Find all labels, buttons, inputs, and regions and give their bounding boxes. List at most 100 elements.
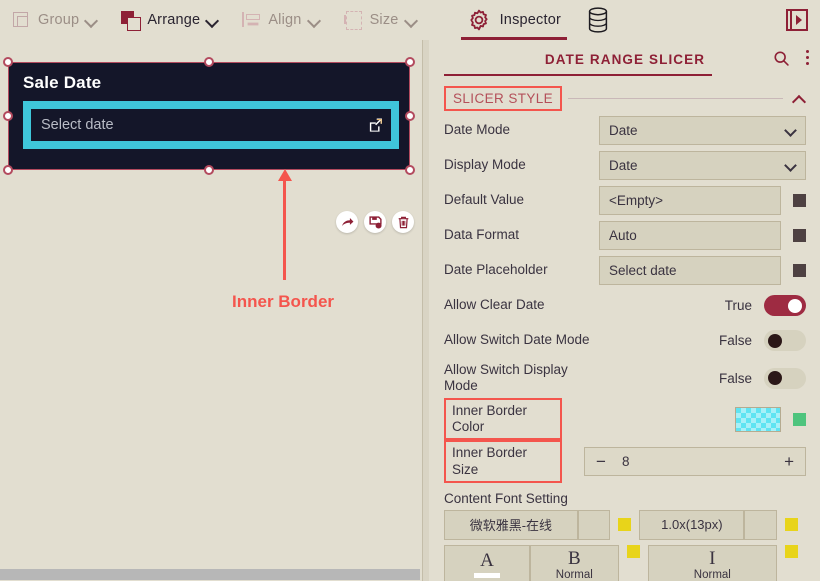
font-weight-button[interactable]: B Normal bbox=[529, 544, 619, 581]
annotation-label: Inner Border bbox=[232, 292, 335, 311]
date-input-field[interactable]: Select date bbox=[31, 109, 391, 141]
stepper-decrement-button[interactable]: − bbox=[596, 453, 606, 470]
size-icon bbox=[343, 10, 363, 30]
row-label-default-value: Default Value bbox=[444, 192, 525, 208]
inspector-header-actions bbox=[773, 49, 810, 67]
date-mode-select[interactable]: Date bbox=[599, 116, 806, 145]
section-title: SLICER STYLE bbox=[444, 85, 563, 111]
toolbar-item-size[interactable]: Size bbox=[332, 0, 429, 40]
data-format-text: Auto bbox=[609, 228, 637, 243]
font-color-button[interactable]: A bbox=[444, 544, 530, 581]
row-label-data-format: Data Format bbox=[444, 227, 520, 243]
resize-handle-top-left[interactable] bbox=[3, 57, 13, 67]
default-value-text: <Empty> bbox=[609, 193, 664, 208]
row-label-allow-switch-display-mode: Allow Switch Display Mode bbox=[444, 361, 568, 393]
inspector-panel: DATE RANGE SLICER SLICER STYLE Date Mode… bbox=[430, 40, 820, 581]
row-allow-clear-date: Allow Clear Date True bbox=[430, 288, 820, 323]
row-label-allow-switch-date-mode: Allow Switch Date Mode bbox=[444, 332, 590, 348]
stepper-increment-button[interactable]: + bbox=[784, 453, 794, 470]
display-mode-value: Date bbox=[609, 158, 638, 173]
section-divider bbox=[568, 97, 783, 99]
allow-switch-display-mode-value: False bbox=[718, 370, 752, 386]
resize-handle-middle-left[interactable] bbox=[3, 111, 13, 121]
trash-icon bbox=[398, 216, 408, 228]
gear-icon bbox=[469, 9, 488, 31]
toolbar-item-database[interactable] bbox=[575, 0, 621, 40]
resize-handle-bottom-right[interactable] bbox=[405, 165, 415, 175]
font-color-glyph: A bbox=[480, 550, 494, 572]
resize-handle-top-center[interactable] bbox=[204, 57, 214, 67]
resize-handle-bottom-center[interactable] bbox=[204, 165, 214, 175]
resize-handle-top-right[interactable] bbox=[405, 57, 415, 67]
font-weight-bind-button[interactable] bbox=[626, 544, 640, 558]
page-title: DATE RANGE SLICER bbox=[544, 51, 706, 67]
chevron-down-icon[interactable] bbox=[86, 15, 97, 26]
search-icon[interactable] bbox=[773, 50, 790, 67]
allow-switch-display-mode-toggle[interactable] bbox=[764, 367, 806, 389]
delete-button[interactable] bbox=[392, 211, 414, 233]
allow-switch-date-mode-value: False bbox=[718, 333, 752, 348]
allow-clear-date-toggle[interactable] bbox=[764, 295, 806, 316]
font-size-select[interactable]: 1.0x(13px) bbox=[639, 509, 745, 540]
row-display-mode: Display Mode Date bbox=[430, 148, 820, 183]
font-family-dropdown-button[interactable] bbox=[577, 509, 611, 540]
font-size-bind-button[interactable] bbox=[785, 518, 799, 532]
slicer-widget-selection[interactable]: Sale Date Select date bbox=[3, 57, 415, 175]
data-format-input[interactable]: Auto bbox=[599, 221, 781, 250]
canvas-horizontal-scrollbar[interactable] bbox=[0, 567, 420, 581]
panel-divider[interactable] bbox=[420, 40, 430, 581]
panel-toggle-icon[interactable] bbox=[786, 9, 808, 31]
allow-clear-date-value: True bbox=[724, 298, 752, 313]
toolbar-label-size: Size bbox=[369, 12, 399, 28]
top-toolbar: Group Arrange Align Size Inspector bbox=[0, 0, 820, 40]
inner-border-size-stepper[interactable]: − 8 + bbox=[584, 447, 806, 477]
font-style-button[interactable]: I Normal bbox=[647, 544, 777, 581]
inspector-header: DATE RANGE SLICER bbox=[430, 40, 820, 78]
display-mode-select[interactable]: Date bbox=[599, 151, 806, 180]
chevron-down-icon[interactable] bbox=[406, 15, 417, 26]
default-value-bind-button[interactable] bbox=[793, 194, 806, 207]
default-value-input[interactable]: <Empty> bbox=[599, 186, 781, 215]
font-color-swatch bbox=[473, 573, 500, 579]
design-canvas[interactable]: Sale Date Select date Inner Border bbox=[0, 40, 420, 567]
toolbar-item-arrange[interactable]: Arrange bbox=[109, 0, 230, 40]
share-button[interactable] bbox=[336, 211, 358, 233]
tab-inspector[interactable]: Inspector bbox=[453, 0, 575, 40]
inner-border: Select date bbox=[23, 101, 399, 149]
row-label-allow-clear-date: Allow Clear Date bbox=[444, 297, 545, 313]
allow-switch-date-mode-toggle[interactable] bbox=[764, 330, 806, 351]
date-placeholder-input[interactable]: Select date bbox=[599, 256, 781, 285]
inner-border-color-bind-button[interactable] bbox=[793, 412, 806, 426]
font-style-value: Normal bbox=[693, 568, 731, 581]
scrollbar-thumb[interactable] bbox=[0, 569, 420, 580]
save-button[interactable] bbox=[364, 211, 386, 233]
font-style-row: A B Normal I Normal bbox=[430, 544, 820, 581]
app-root: Group Arrange Align Size Inspector Sale … bbox=[0, 0, 820, 581]
row-label-date-placeholder: Date Placeholder bbox=[444, 262, 548, 278]
toolbar-label-arrange: Arrange bbox=[147, 12, 201, 28]
font-size-dropdown-button[interactable] bbox=[744, 509, 778, 540]
resize-handle-bottom-left[interactable] bbox=[3, 165, 13, 175]
kebab-menu-icon[interactable] bbox=[806, 49, 810, 67]
font-weight-value: Normal bbox=[555, 568, 593, 581]
resize-handle-middle-right[interactable] bbox=[405, 111, 415, 121]
divider-handle[interactable] bbox=[422, 40, 429, 581]
data-format-bind-button[interactable] bbox=[793, 229, 806, 242]
date-placeholder-bind-button[interactable] bbox=[793, 264, 806, 277]
section-slicer-style[interactable]: SLICER STYLE bbox=[430, 83, 820, 113]
date-range-slicer-widget[interactable]: Sale Date Select date bbox=[8, 62, 410, 170]
chevron-down-icon bbox=[786, 161, 796, 171]
tab-inspector-label: Inspector bbox=[499, 12, 562, 28]
edit-square-icon[interactable] bbox=[368, 118, 383, 133]
font-family-select[interactable]: 微软雅黑-在线 bbox=[444, 509, 578, 540]
annotation-arrow bbox=[277, 169, 292, 280]
font-style-bind-button[interactable] bbox=[784, 544, 798, 558]
font-family-bind-button[interactable] bbox=[618, 518, 632, 532]
inner-border-color-swatch[interactable] bbox=[735, 406, 781, 432]
toolbar-item-group[interactable]: Group bbox=[0, 0, 109, 40]
chevron-up-icon[interactable] bbox=[793, 94, 806, 103]
chevron-down-icon[interactable] bbox=[207, 15, 218, 26]
chevron-down-icon[interactable] bbox=[309, 15, 320, 26]
toolbar-item-align[interactable]: Align bbox=[230, 0, 331, 40]
row-inner-border-size: Inner Border Size − 8 + bbox=[430, 440, 820, 483]
